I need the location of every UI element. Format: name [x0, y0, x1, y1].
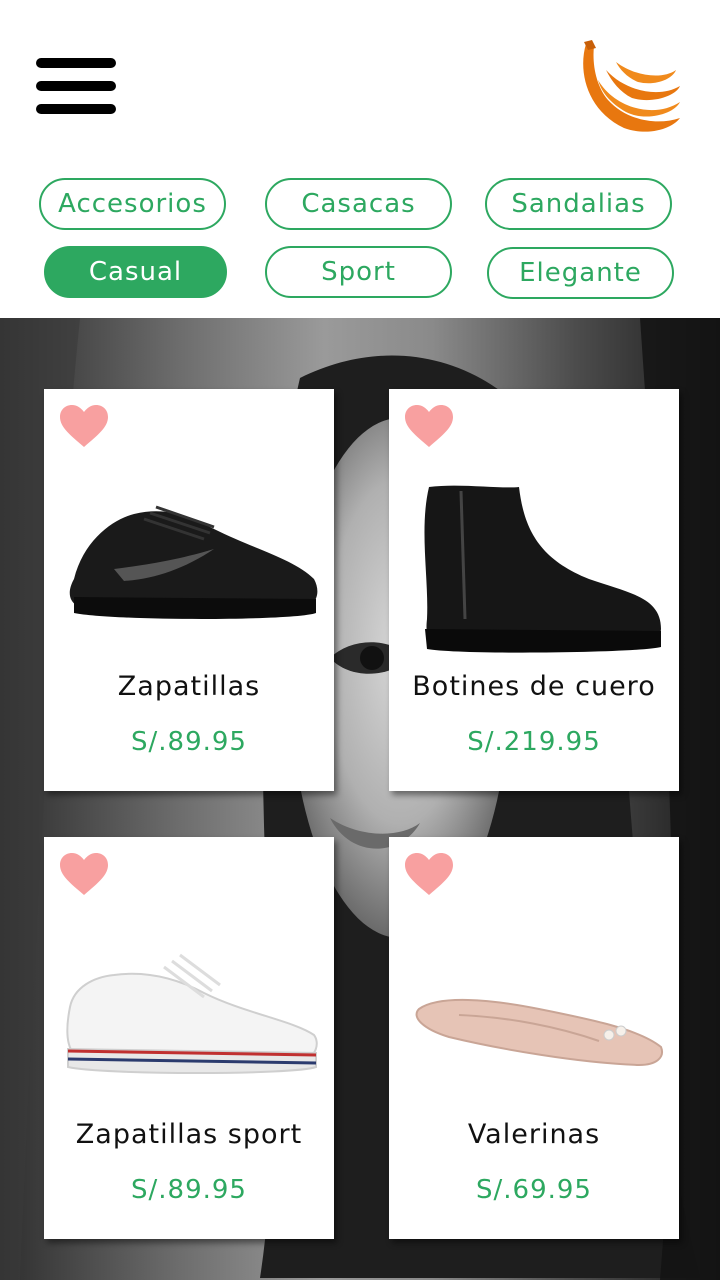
app-header: Accesorios Casacas Sandalias Casual Spor… — [0, 0, 720, 318]
heart-icon[interactable] — [60, 405, 108, 449]
category-chip-casual[interactable]: Casual — [44, 246, 227, 298]
leather-boot-image — [424, 485, 661, 653]
product-card[interactable]: Zapatillas sport S/.89.95 — [44, 837, 334, 1239]
product-name: Botines de cuero — [412, 671, 656, 702]
category-chip-sandalias[interactable]: Sandalias — [485, 178, 672, 230]
category-chip-elegante[interactable]: Elegante — [487, 247, 674, 299]
category-chip-accesorios[interactable]: Accesorios — [39, 178, 226, 230]
heart-icon[interactable] — [60, 853, 108, 897]
category-chip-sport[interactable]: Sport — [265, 246, 452, 298]
product-name: Zapatillas sport — [75, 1119, 303, 1150]
white-sneaker-image — [66, 953, 318, 1074]
product-card[interactable]: Zapatillas S/.89.95 — [44, 389, 334, 791]
product-card[interactable]: Valerinas S/.69.95 — [389, 837, 679, 1239]
product-card[interactable]: Botines de cuero S/.219.95 — [389, 389, 679, 791]
product-price: S/.69.95 — [476, 1175, 592, 1205]
black-sneaker-image — [69, 505, 318, 619]
banana-logo-icon[interactable] — [576, 40, 684, 136]
ballet-flat-image — [415, 999, 663, 1067]
product-name: Zapatillas — [117, 671, 261, 702]
heart-icon[interactable] — [405, 853, 453, 897]
product-price: S/.89.95 — [131, 1175, 247, 1205]
heart-icon[interactable] — [405, 405, 453, 449]
hamburger-menu-icon[interactable] — [36, 56, 118, 118]
product-price: S/.219.95 — [467, 727, 601, 757]
product-name: Valerinas — [467, 1119, 601, 1150]
product-price: S/.89.95 — [131, 727, 247, 757]
category-chip-casacas[interactable]: Casacas — [265, 178, 452, 230]
